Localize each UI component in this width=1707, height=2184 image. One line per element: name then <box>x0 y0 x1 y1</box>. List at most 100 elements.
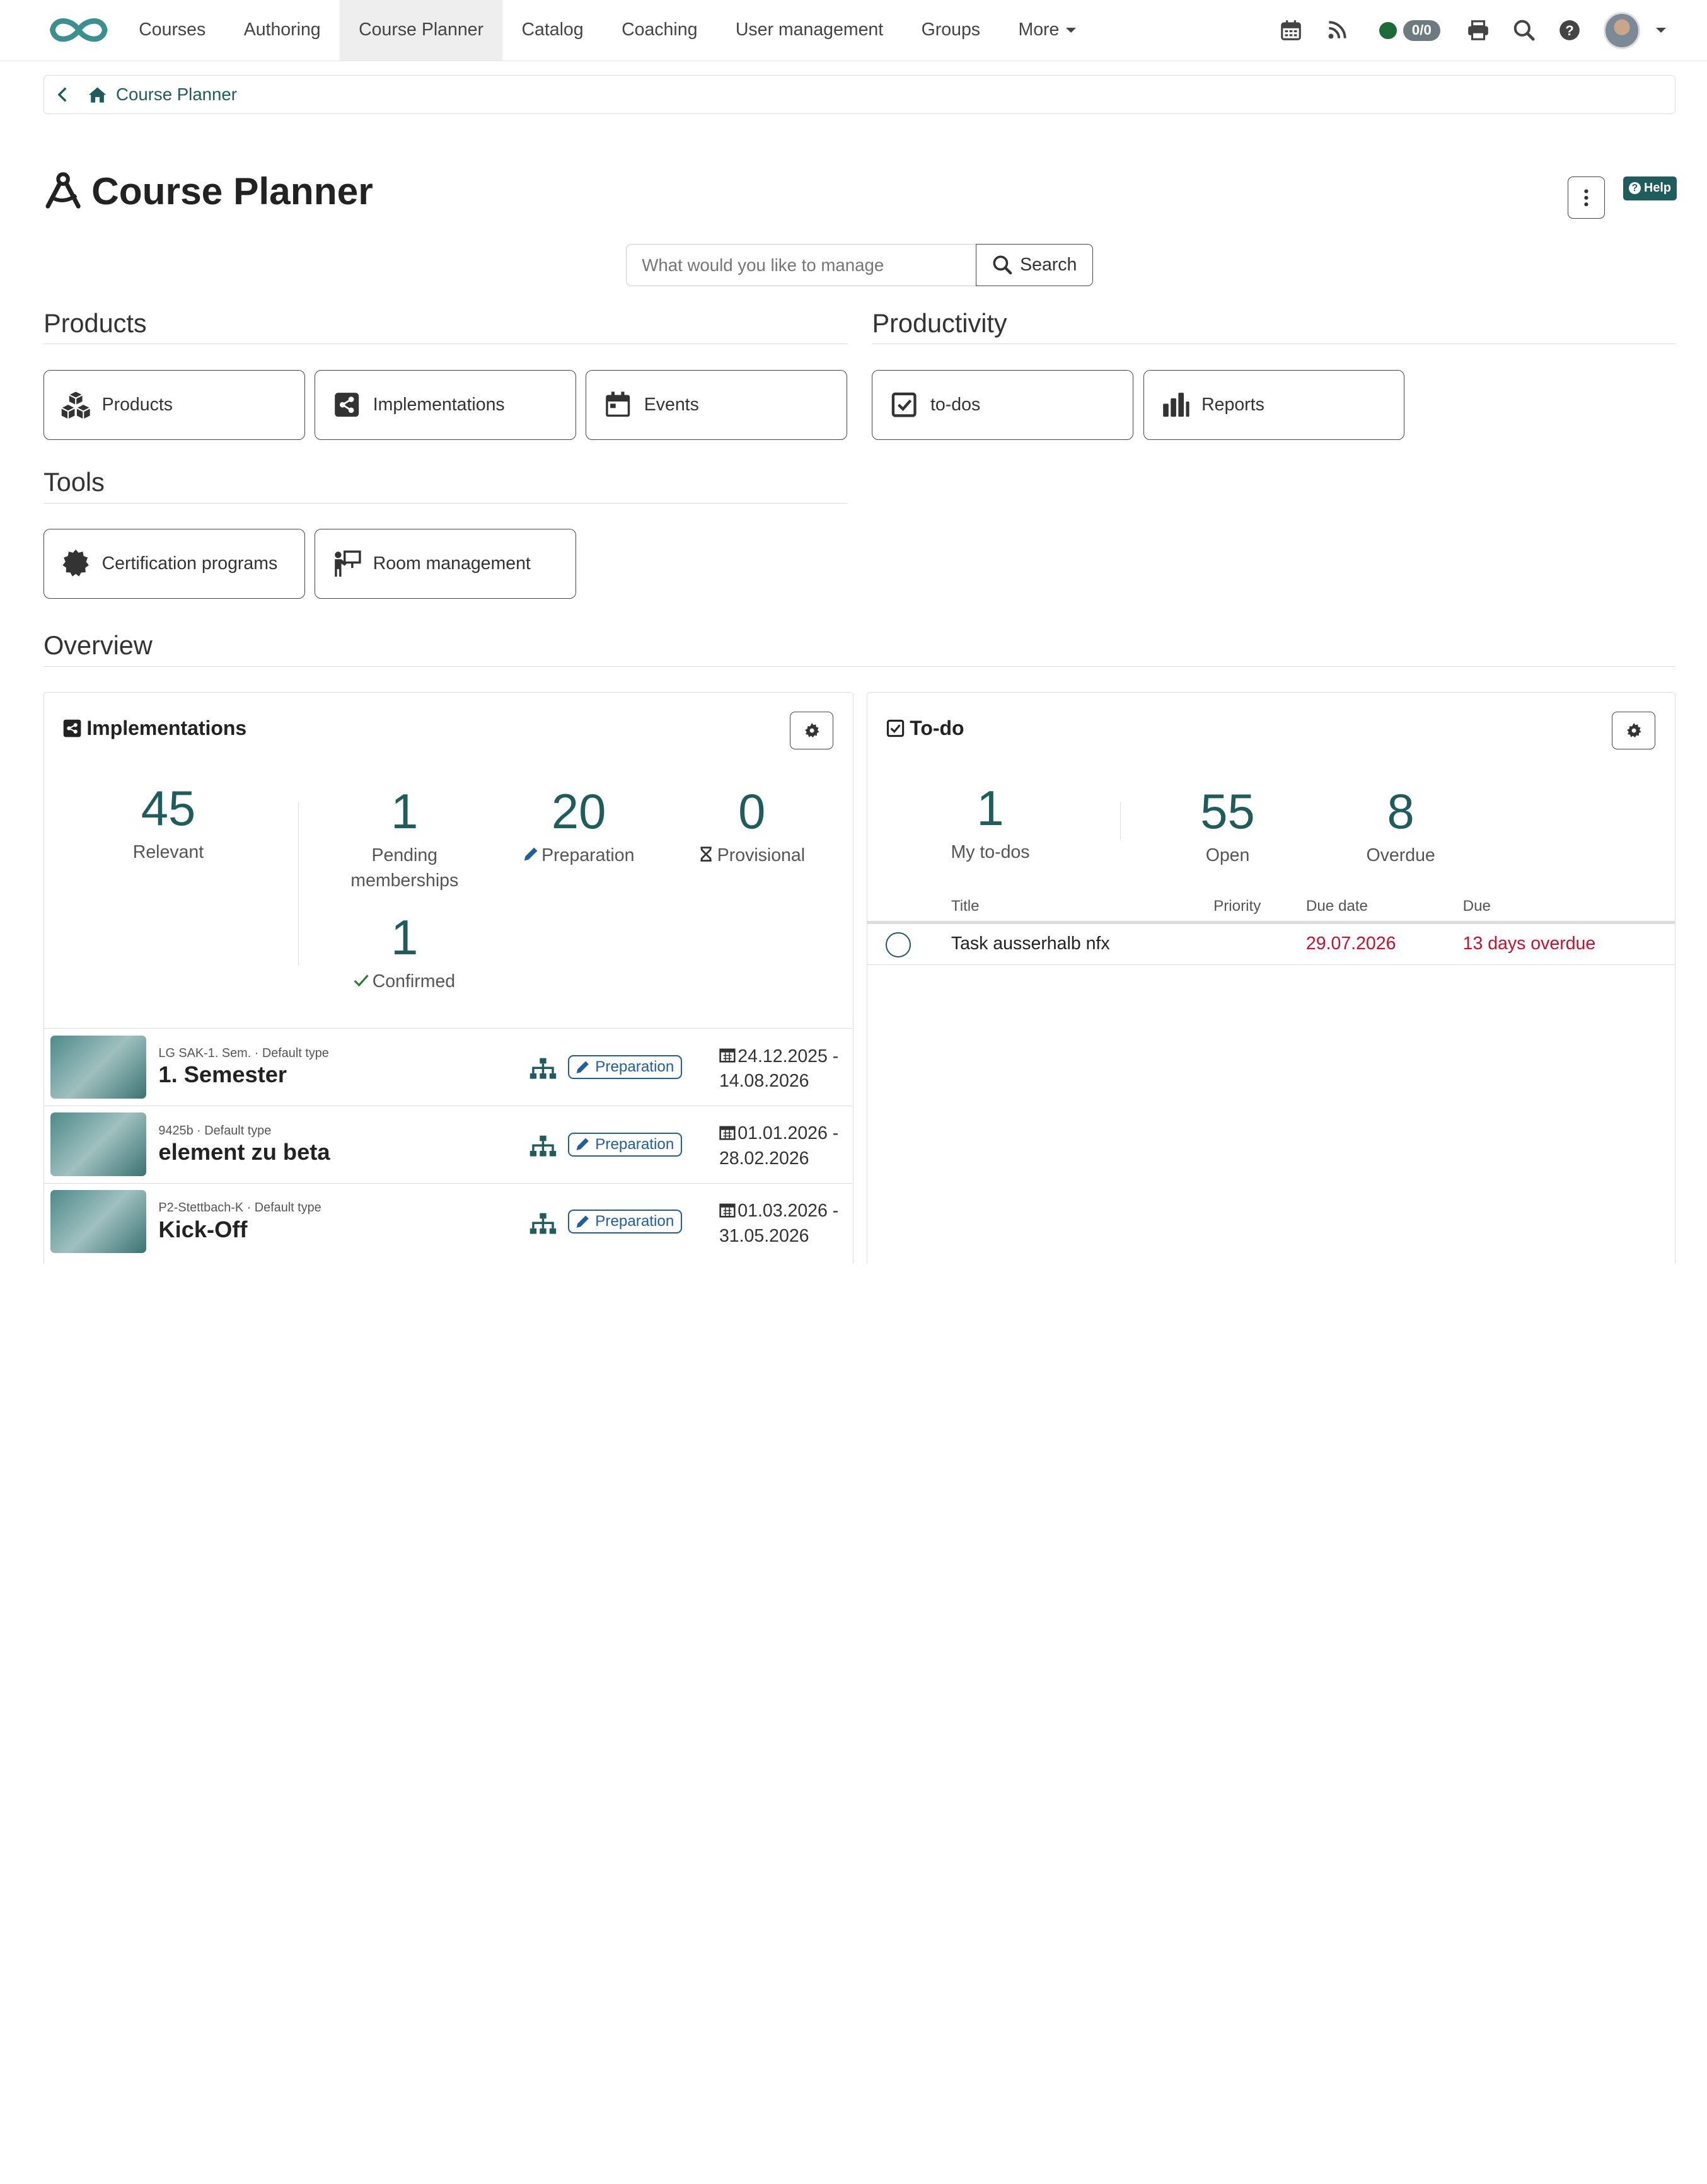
implementation-thumbnail[interactable] <box>50 1035 147 1099</box>
nav-course-planner[interactable]: Course Planner <box>339 0 503 61</box>
overview-section-heading: Overview <box>43 630 1676 667</box>
todo-panel: To-do 1 My to-dos 55 Open 8 Overdue Titl… <box>866 692 1676 1264</box>
nav-label: Authoring <box>243 20 321 40</box>
implementations-settings-button[interactable] <box>790 711 834 750</box>
breadcrumb-course-planner[interactable]: Course Planner <box>116 84 237 105</box>
app-logo[interactable] <box>46 13 112 47</box>
todo-title[interactable]: Task ausserhalb nfx <box>951 933 1110 954</box>
tile-to-dos[interactable]: to-dos <box>872 370 1133 440</box>
stat-my-todos[interactable]: 1 My to-dos <box>925 781 1055 865</box>
column-title[interactable]: Title <box>951 898 980 915</box>
help-icon[interactable]: ? <box>1558 18 1582 42</box>
nav-catalog[interactable]: Catalog <box>502 0 603 61</box>
search-icon <box>993 255 1012 275</box>
nav-courses[interactable]: Courses <box>120 0 225 61</box>
implementation-title[interactable]: Kick-Off <box>158 1216 247 1243</box>
stat-divider <box>1120 802 1121 840</box>
stat-value: 45 <box>141 781 196 836</box>
implementation-row[interactable]: 9425b · Default type element zu beta Pre… <box>44 1106 852 1183</box>
products-section-heading: Products <box>43 308 848 345</box>
pencil-icon <box>576 1138 589 1151</box>
nav-more[interactable]: More <box>999 0 1095 61</box>
tile-label: Products <box>101 395 173 415</box>
sitemap-icon[interactable] <box>529 1212 557 1236</box>
ellipsis-vertical-icon <box>1584 189 1588 206</box>
stat-provisional[interactable]: 0 Provisional <box>686 787 817 869</box>
todo-table-header: Title Priority Due date Due <box>867 889 1675 924</box>
nav-label: More <box>1018 20 1060 40</box>
print-icon[interactable] <box>1466 18 1490 42</box>
calendar-icon[interactable] <box>1279 18 1303 42</box>
implementation-thumbnail[interactable] <box>50 1190 147 1254</box>
column-due[interactable]: Due <box>1463 898 1491 915</box>
stat-label-line: Pending <box>371 845 438 865</box>
tile-label: Reports <box>1201 395 1264 415</box>
sitemap-icon[interactable] <box>529 1057 557 1081</box>
status-badge-label: Preparation <box>595 1135 674 1153</box>
stat-label-text: Confirmed <box>372 971 456 992</box>
implementation-meta: P2-Stettbach-K · Default type <box>158 1201 321 1215</box>
svg-text:?: ? <box>1565 23 1574 38</box>
stat-label-line: memberships <box>350 870 459 891</box>
implementation-row[interactable]: LG SAK-1. Sem. · Default type 1. Semeste… <box>44 1028 852 1106</box>
column-due-date[interactable]: Due date <box>1306 898 1368 915</box>
implementation-thumbnail[interactable] <box>50 1112 147 1176</box>
chat-count-badge[interactable]: 0/0 <box>1403 20 1440 41</box>
stat-confirmed[interactable]: 1 Confirmed <box>339 913 470 995</box>
status-badge: Preparation <box>567 1132 682 1157</box>
chevron-left-icon[interactable] <box>55 87 70 102</box>
tile-label: Room management <box>373 553 531 574</box>
check-square-icon <box>887 720 905 737</box>
stat-label: Relevant <box>132 841 204 862</box>
online-status-dot[interactable] <box>1379 21 1397 40</box>
date-start: 01.01.2026 - <box>738 1123 839 1144</box>
tile-certification-programs[interactable]: Certification programs <box>43 529 305 599</box>
tile-events[interactable]: Events <box>586 370 847 440</box>
tile-products[interactable]: Products <box>43 370 305 440</box>
search-icon[interactable] <box>1512 18 1536 42</box>
certificate-icon <box>62 550 89 577</box>
calendar-icon <box>606 391 630 417</box>
home-icon[interactable] <box>88 85 107 105</box>
sitemap-icon[interactable] <box>529 1135 557 1158</box>
stat-label: Overdue <box>1366 845 1435 865</box>
stat-overdue[interactable]: 8 Overdue <box>1336 787 1466 869</box>
stat-pending-memberships[interactable]: 1 Pending memberships <box>339 784 470 894</box>
tile-label: Events <box>644 395 699 415</box>
nav-authoring[interactable]: Authoring <box>224 0 339 61</box>
tile-implementations[interactable]: Implementations <box>315 370 576 440</box>
tile-label: to-dos <box>930 395 981 415</box>
help-button[interactable]: ? Help <box>1623 176 1677 200</box>
user-avatar[interactable] <box>1603 12 1641 49</box>
nav-label: User management <box>735 20 884 40</box>
implementation-dates: 24.12.2025 - 14.08.2026 <box>719 1044 838 1094</box>
todo-settings-button[interactable] <box>1612 711 1656 750</box>
more-actions-button[interactable] <box>1568 176 1605 219</box>
todo-status-checkbox[interactable] <box>886 932 911 958</box>
caret-down-icon[interactable] <box>1655 28 1666 33</box>
stat-label: Provisional <box>686 843 817 869</box>
nav-coaching[interactable]: Coaching <box>603 0 717 61</box>
column-priority[interactable]: Priority <box>1213 898 1261 915</box>
search-button[interactable]: Search <box>975 243 1094 287</box>
tile-reports[interactable]: Reports <box>1143 370 1405 440</box>
rss-icon[interactable] <box>1325 18 1349 42</box>
tile-room-management[interactable]: Room management <box>315 529 576 599</box>
stat-open[interactable]: 55 Open <box>1162 787 1293 869</box>
tile-label: Certification programs <box>101 553 278 574</box>
search-input[interactable] <box>626 243 976 287</box>
stat-relevant[interactable]: 45 Relevant <box>103 781 233 865</box>
implementation-row[interactable]: P2-Stettbach-K · Default type Kick-Off P… <box>44 1182 852 1261</box>
implementation-title[interactable]: 1. Semester <box>158 1061 287 1088</box>
stat-label-text: Provisional <box>717 845 806 865</box>
stat-preparation[interactable]: 20 Preparation <box>514 787 644 869</box>
todo-row[interactable]: Task ausserhalb nfx 29.07.2026 13 days o… <box>867 924 1675 966</box>
nav-tools: 0/0 ? <box>1268 0 1666 61</box>
stat-value: 1 <box>976 781 1004 836</box>
page-title: Course Planner <box>43 169 373 213</box>
nav-groups[interactable]: Groups <box>902 0 999 61</box>
stat-value: 1 <box>391 784 419 839</box>
share-square-icon <box>335 393 359 417</box>
implementation-title[interactable]: element zu beta <box>158 1139 330 1165</box>
nav-user-management[interactable]: User management <box>717 0 903 61</box>
